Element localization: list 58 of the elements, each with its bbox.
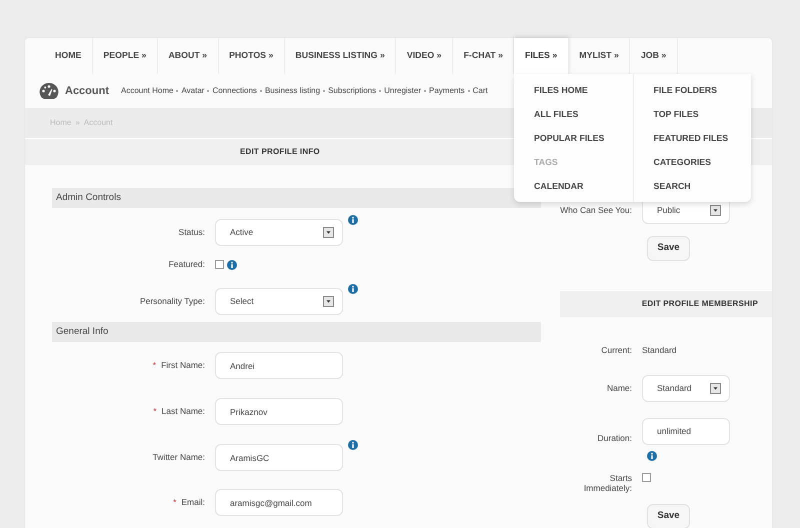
breadcrumb-separator: » xyxy=(75,117,80,129)
nav-menu-item[interactable]: PHOTOS » xyxy=(218,38,285,74)
field-label: Featured: xyxy=(168,258,206,271)
section-title: EDIT PROFILE MEMBERSHIP xyxy=(642,298,758,310)
dropdown-item[interactable]: FILE FOLDERS xyxy=(654,83,751,97)
dropdown-item[interactable]: ALL FILES xyxy=(534,107,632,121)
subnav-link[interactable]: Subscriptions xyxy=(328,85,376,97)
save-button[interactable]: Save xyxy=(647,504,690,528)
dropdown-item[interactable]: FEATURED FILES xyxy=(654,131,751,145)
field-value: Standard xyxy=(642,344,678,357)
subnav-link[interactable]: Business listing xyxy=(264,85,320,97)
save-button[interactable]: Save xyxy=(647,236,690,261)
field-label: Starts Immediately: xyxy=(582,472,633,494)
field-label: Email: xyxy=(181,497,205,508)
account-title: Account xyxy=(65,84,109,99)
dropdown-item[interactable]: FILES HOME xyxy=(534,83,632,97)
field-label: Status: xyxy=(178,226,206,239)
nav-menu-item[interactable]: PEOPLE » xyxy=(92,38,158,74)
select-field[interactable]: Active xyxy=(215,219,343,246)
nav-menu-item[interactable]: HOME xyxy=(43,38,93,74)
subnav-link[interactable]: Cart xyxy=(472,85,488,97)
subnav-link[interactable]: Unregister xyxy=(384,85,422,97)
section-bar: General Info xyxy=(52,322,541,342)
input-field[interactable]: Prikaznov xyxy=(215,398,343,425)
nav-menu-item[interactable]: ABOUT » xyxy=(158,38,219,74)
field-label: Name: xyxy=(606,382,633,395)
nav-menu-item[interactable]: VIDEO » xyxy=(396,38,454,74)
required-mark: * xyxy=(152,360,156,370)
input-field[interactable]: aramisgc@gmail.com xyxy=(215,489,343,516)
subnav-link[interactable]: Account Home xyxy=(121,85,174,97)
field-label: Current: xyxy=(600,344,633,357)
field-label: Last Name: xyxy=(162,406,205,416)
field-label: Twitter Name: xyxy=(152,451,206,464)
input-field[interactable]: unlimited xyxy=(642,418,730,445)
dropdown-item[interactable]: TOP FILES xyxy=(654,107,751,121)
field-label: Duration: xyxy=(596,432,633,445)
subnav-link[interactable]: Payments xyxy=(429,85,465,97)
checkbox[interactable] xyxy=(215,260,224,269)
input-field[interactable]: AramisGC xyxy=(215,444,343,471)
select-field[interactable]: Select xyxy=(215,288,343,315)
gauge-icon xyxy=(39,82,59,100)
subnav-link[interactable]: Connections xyxy=(212,85,257,97)
required-mark: * xyxy=(173,497,176,508)
checkbox[interactable] xyxy=(642,472,651,482)
section-title: EDIT PROFILE INFO xyxy=(240,146,320,158)
select-field[interactable]: Standard xyxy=(642,374,730,402)
nav-menu-item[interactable]: BUSINESS LISTING » xyxy=(284,38,396,74)
subnav-link[interactable]: Avatar xyxy=(181,85,204,97)
dropdown-item[interactable]: CATEGORIES xyxy=(654,155,751,169)
field-label: Who Can See You: xyxy=(560,205,633,216)
required-mark: * xyxy=(153,406,157,416)
field-label: Personality Type: xyxy=(138,295,206,308)
dropdown-item[interactable]: SEARCH xyxy=(654,179,751,193)
field-label: First Name: xyxy=(161,360,205,370)
section-bar: Admin Controls xyxy=(52,188,541,208)
dropdown-item[interactable]: POPULAR FILES xyxy=(534,131,632,145)
nav-menu-item[interactable]: FILES » xyxy=(514,38,569,74)
input-field[interactable]: Andrei xyxy=(215,352,343,379)
